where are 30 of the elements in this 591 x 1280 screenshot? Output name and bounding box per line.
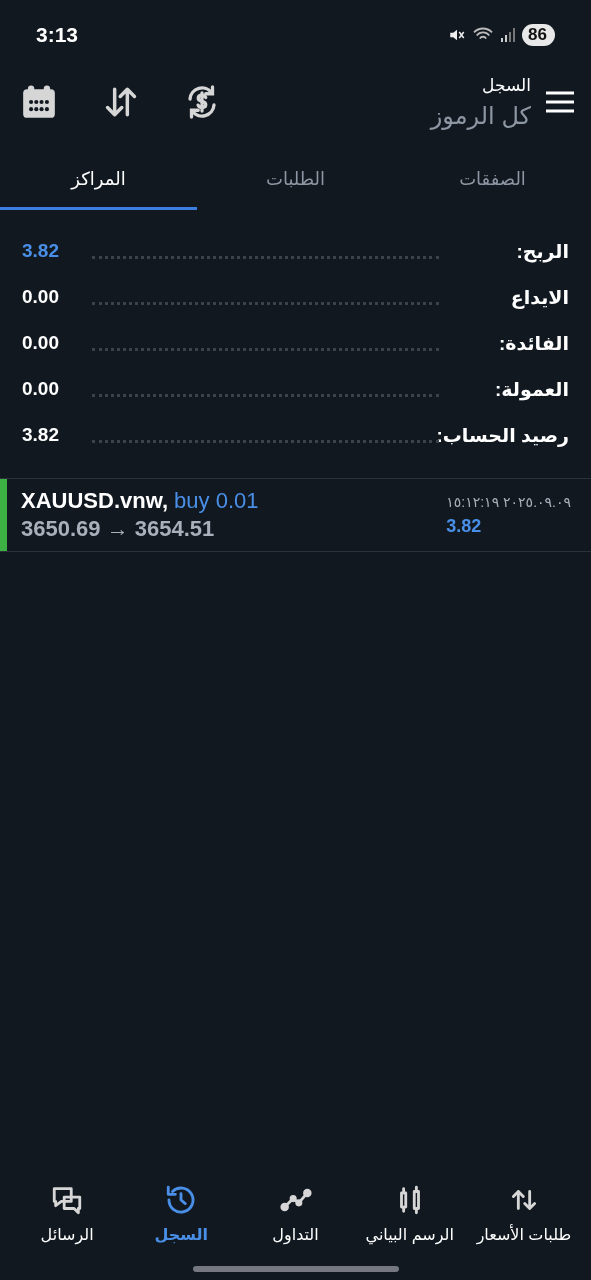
nav-item[interactable]: الرسائل [10, 1182, 125, 1252]
summary-value: 0.00 [22, 286, 59, 308]
calendar-button[interactable] [20, 83, 58, 121]
nav-item[interactable]: طلبات الأسعار [466, 1182, 581, 1252]
summary-label: رصيد الحساب: [436, 423, 569, 447]
nav-item[interactable]: السجل [124, 1182, 239, 1252]
summary-label: الربح: [516, 239, 569, 263]
signal-icon [500, 27, 517, 43]
page-title: السجل [482, 74, 531, 96]
summary-label: الايداع [510, 285, 569, 309]
menu-button[interactable] [545, 90, 575, 114]
status-time: 3:13 [36, 23, 79, 47]
summary-value: 0.00 [22, 332, 59, 354]
symbol-filter[interactable]: كل الرموز [430, 101, 531, 130]
summary-label: الفائدة: [498, 331, 569, 355]
position-side: buy 0.01 [174, 488, 259, 514]
summary-value: 3.82 [22, 424, 59, 446]
nav-item[interactable]: الرسم البياني [352, 1182, 467, 1252]
summary-value: 3.82 [22, 240, 59, 262]
tab[interactable]: الطلبات [197, 152, 394, 210]
summary-label: العمولة: [495, 377, 569, 401]
battery-indicator: 86 [522, 24, 555, 46]
tab[interactable]: الصفقات [394, 152, 591, 210]
summary-value: 0.00 [22, 378, 59, 400]
position-prices: 3650.69 → 3654.51 [21, 516, 216, 542]
position-time: ٢٠٢٥.٠٩.٠٩ ١٥:١٢:١٩ [446, 493, 571, 510]
position-symbol: XAUUSD.vnw, [21, 488, 169, 514]
nav-item[interactable]: التداول [238, 1182, 353, 1252]
tab[interactable]: المراكز [0, 152, 197, 210]
position-profit: 3.82 [446, 515, 482, 537]
